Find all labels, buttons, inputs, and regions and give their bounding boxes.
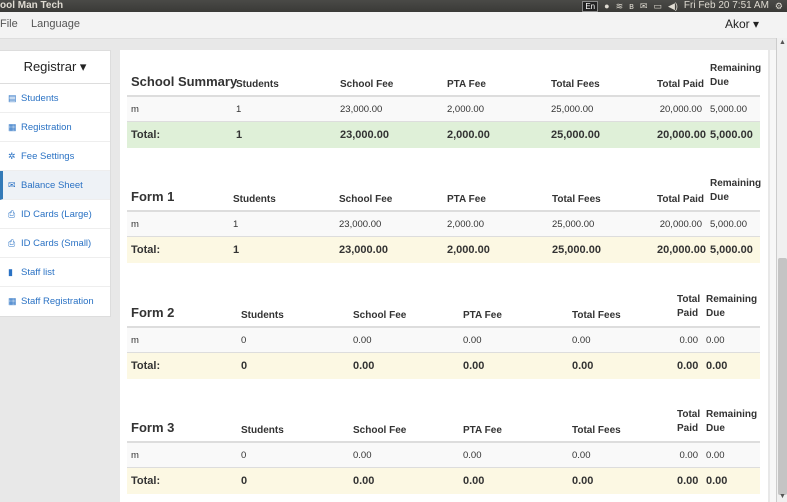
table-row: m 1 23,000.00 2,000.00 25,000.00 20,000.… (127, 211, 760, 237)
table-header: School Summary Students School Fee PTA F… (127, 61, 761, 97)
balance-sheet-panel: School Summary Students School Fee PTA F… (120, 50, 768, 502)
user-icon[interactable]: ● (604, 0, 609, 12)
book-icon: ▮ (8, 267, 13, 277)
sidebar-item-fee-settings[interactable]: ✲ Fee Settings (0, 142, 110, 171)
print-icon: ⎙ (8, 238, 16, 248)
user-menu[interactable]: Akor ▾ (725, 17, 759, 31)
envelope-icon: ✉ (8, 180, 16, 190)
clock[interactable]: Fri Feb 20 7:51 AM (684, 0, 769, 12)
menu-file[interactable]: File (0, 18, 18, 30)
form3-section: Form 3 Students School Fee PTA Fee Total… (127, 407, 760, 494)
sidebar-item-staff-list[interactable]: ▮ Staff list (0, 258, 110, 287)
sidebar-item-staff-registration[interactable]: ▦ Staff Registration (0, 287, 110, 315)
volume-icon[interactable]: ◀) (668, 0, 678, 12)
total-row: Total: 1 23,000.00 2,000.00 25,000.00 20… (127, 236, 760, 263)
section-title: Form 3 (127, 407, 237, 443)
wifi-icon[interactable]: ≋ (616, 0, 624, 12)
total-row: Total: 0 0.00 0.00 0.00 0.00 0.00 (127, 467, 760, 494)
battery-icon[interactable]: ▭ (653, 0, 662, 12)
scroll-up-arrow-icon[interactable]: ▲ (777, 38, 787, 48)
print-icon: ⎙ (8, 209, 16, 219)
settings-gear-icon[interactable]: ⚙ (775, 0, 783, 12)
table-row: m 0 0.00 0.00 0.00 0.00 0.00 (127, 327, 760, 353)
table-header: Form 2 Students School Fee PTA Fee Total… (127, 292, 760, 328)
section-title: Form 2 (127, 292, 237, 328)
scroll-down-arrow-icon[interactable]: ▼ (777, 492, 787, 502)
os-top-bar: ool Man Tech En ● ≋ ʙ ✉ ▭ ◀) Fri Feb 20 … (0, 0, 787, 12)
form-icon: ▦ (8, 122, 17, 132)
school-summary-section: School Summary Students School Fee PTA F… (127, 61, 761, 148)
section-title: Form 1 (127, 176, 229, 212)
table-row: m 1 23,000.00 2,000.00 25,000.00 20,000.… (127, 96, 760, 122)
sidebar-item-id-cards-small[interactable]: ⎙ ID Cards (Small) (0, 229, 110, 258)
list-icon: ▤ (8, 93, 17, 103)
sidebar: Registrar ▾ ▤ Students ▦ Registration ✲ Fee… (0, 50, 111, 317)
window-title: ool Man Tech (0, 0, 64, 11)
gear-icon: ✲ (8, 151, 16, 161)
section-title: School Summary (127, 61, 237, 97)
sidebar-item-students[interactable]: ▤ Students (0, 84, 110, 113)
sidebar-item-registration[interactable]: ▦ Registration (0, 113, 110, 142)
keyboard-layout-indicator[interactable]: En (582, 0, 599, 12)
table-row: m 0 0.00 0.00 0.00 0.00 0.00 (127, 442, 760, 468)
system-tray: En ● ≋ ʙ ✉ ▭ ◀) Fri Feb 20 7:51 AM ⚙ (582, 0, 783, 12)
total-row: Total: 0 0.00 0.00 0.00 0.00 0.00 (127, 352, 760, 379)
role-dropdown[interactable]: Registrar ▾ (0, 51, 110, 84)
total-row: Total: 1 23,000.00 2,000.00 25,000.00 20… (127, 121, 760, 148)
table-header: Form 3 Students School Fee PTA Fee Total… (127, 407, 760, 443)
vertical-scrollbar[interactable]: ▲ ▼ (776, 38, 787, 502)
mail-icon[interactable]: ✉ (640, 0, 648, 12)
table-header: Form 1 Students School Fee PTA Fee Total… (127, 176, 761, 212)
sidebar-item-balance-sheet[interactable]: ✉ Balance Sheet (0, 171, 110, 200)
app-menubar: File Language Akor ▾ (0, 12, 787, 39)
scrollbar-thumb[interactable] (778, 258, 787, 495)
form-icon: ▦ (8, 296, 17, 306)
bluetooth-icon[interactable]: ʙ (629, 0, 634, 12)
form2-section: Form 2 Students School Fee PTA Fee Total… (127, 292, 760, 379)
sidebar-item-id-cards-large[interactable]: ⎙ ID Cards (Large) (0, 200, 110, 229)
form1-section: Form 1 Students School Fee PTA Fee Total… (127, 176, 761, 263)
menu-language[interactable]: Language (31, 18, 80, 30)
